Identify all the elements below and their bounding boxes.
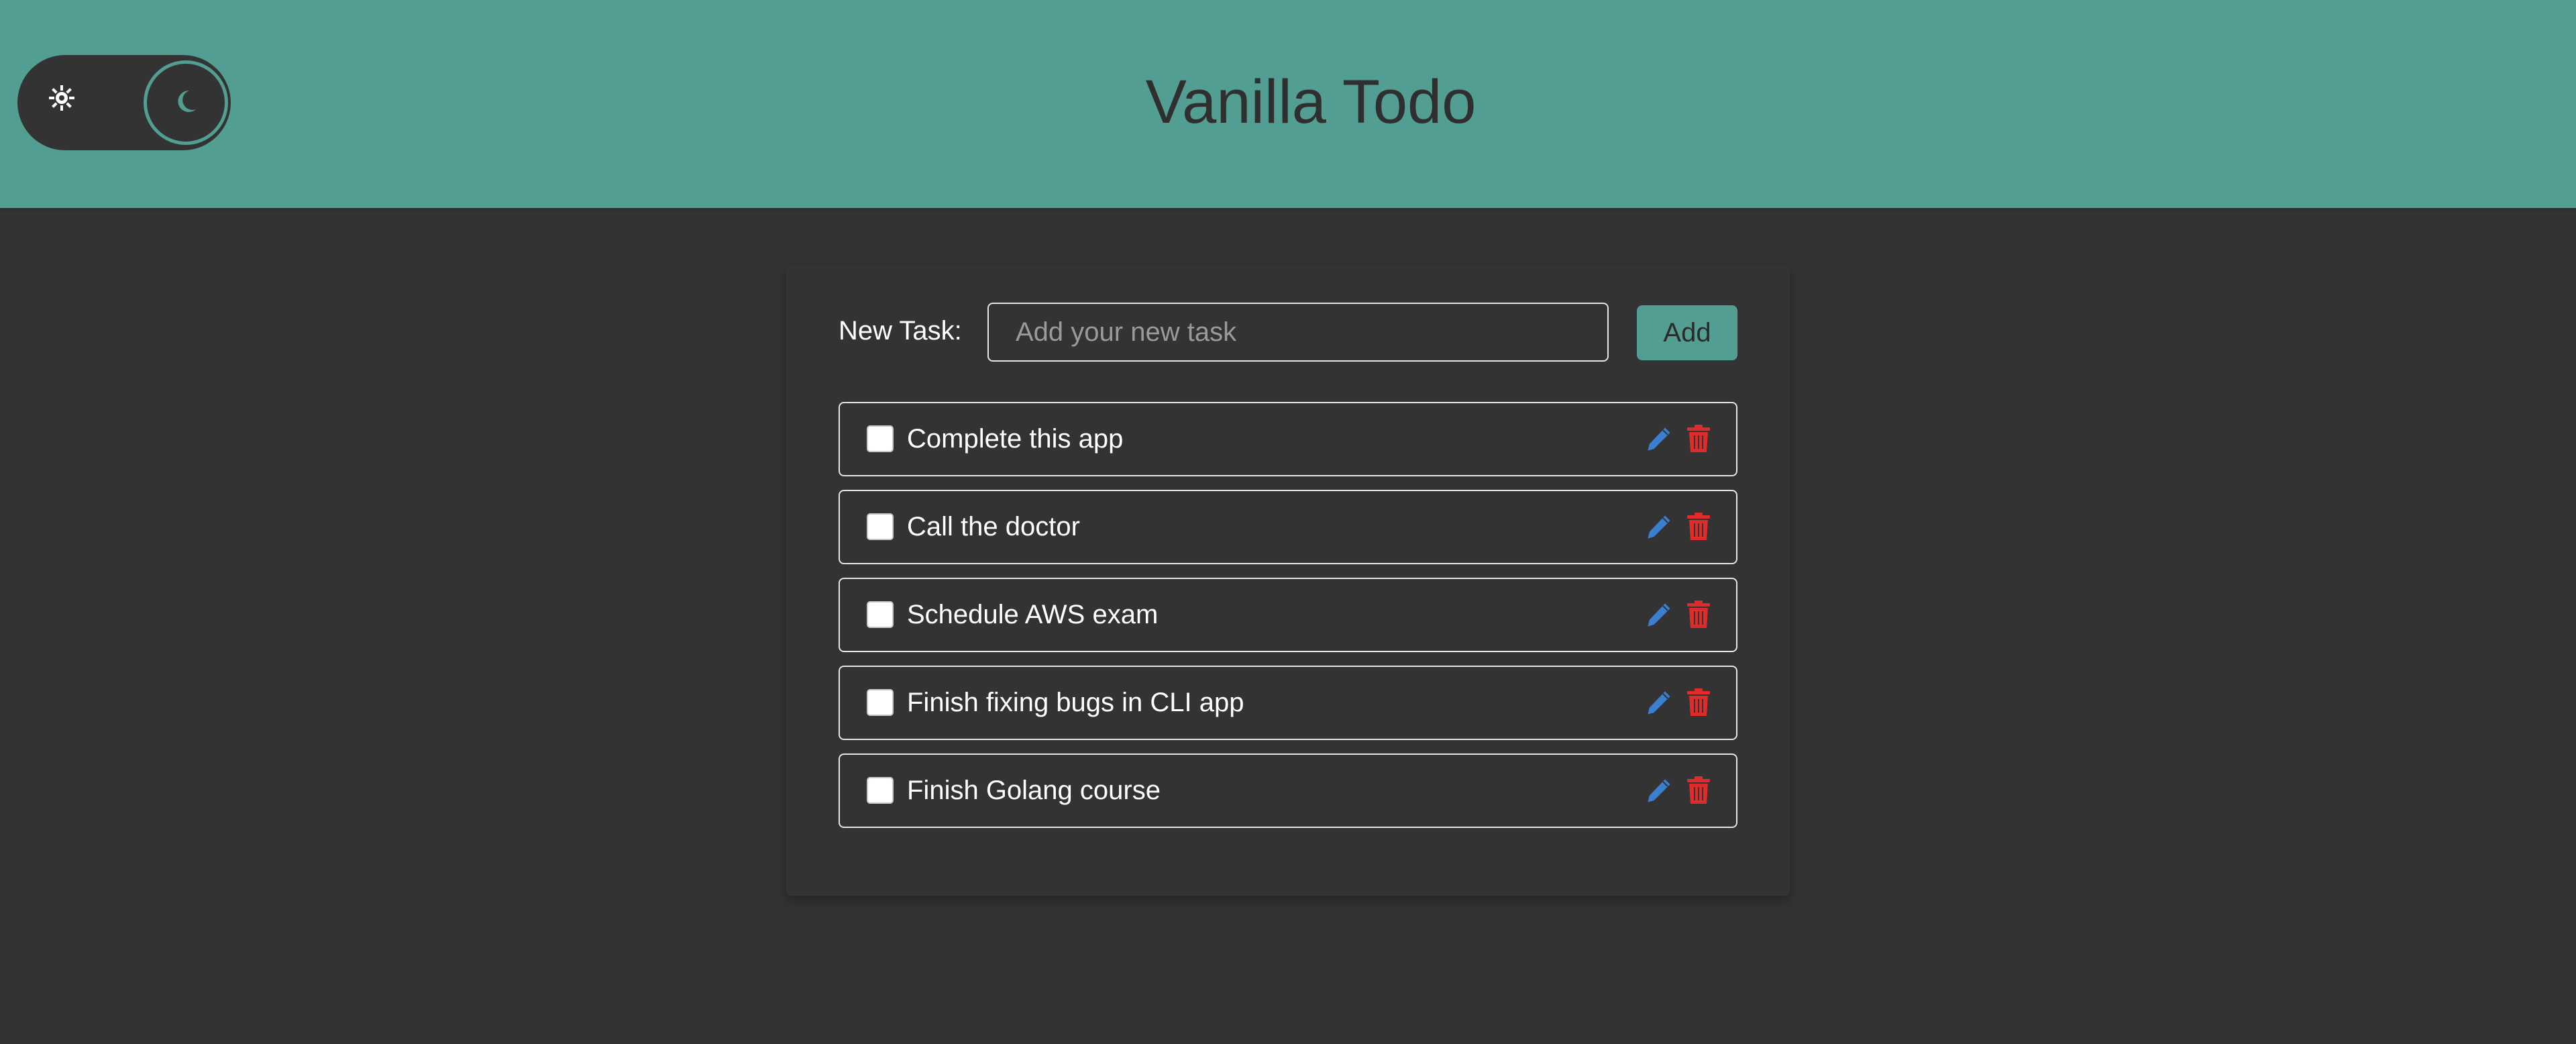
task-text: Complete this app [907,424,1124,454]
task-checkbox[interactable] [867,777,894,804]
task-checkbox[interactable] [867,425,894,452]
task-checkbox[interactable] [867,689,894,716]
pencil-icon[interactable] [1645,776,1673,804]
trash-icon[interactable] [1686,601,1711,629]
task-item: Finish Golang course [839,753,1737,828]
pencil-icon[interactable] [1645,688,1673,717]
task-text: Call the doctor [907,512,1080,541]
task-item: Complete this app [839,402,1737,476]
task-text: Finish Golang course [907,776,1161,805]
task-item: Schedule AWS exam [839,578,1737,652]
pencil-icon[interactable] [1645,425,1673,453]
trash-icon[interactable] [1686,688,1711,717]
task-checkbox[interactable] [867,601,894,628]
trash-icon[interactable] [1686,513,1711,541]
pencil-icon[interactable] [1645,601,1673,629]
task-text: Finish fixing bugs in CLI app [907,688,1244,717]
trash-icon[interactable] [1686,425,1711,453]
pencil-icon[interactable] [1645,513,1673,541]
task-list: Complete this app Call the doctor Schedu… [839,402,1737,841]
new-task-label: New Task: [839,316,962,346]
task-item: Finish fixing bugs in CLI app [839,666,1737,740]
trash-icon[interactable] [1686,776,1711,804]
new-task-input[interactable] [987,303,1609,362]
header-divider [0,208,2576,212]
task-item: Call the doctor [839,490,1737,564]
add-task-button[interactable]: Add [1637,305,1737,360]
task-text: Schedule AWS exam [907,600,1159,629]
page-title: Vanilla Todo [1145,68,1477,136]
task-checkbox[interactable] [867,513,894,540]
